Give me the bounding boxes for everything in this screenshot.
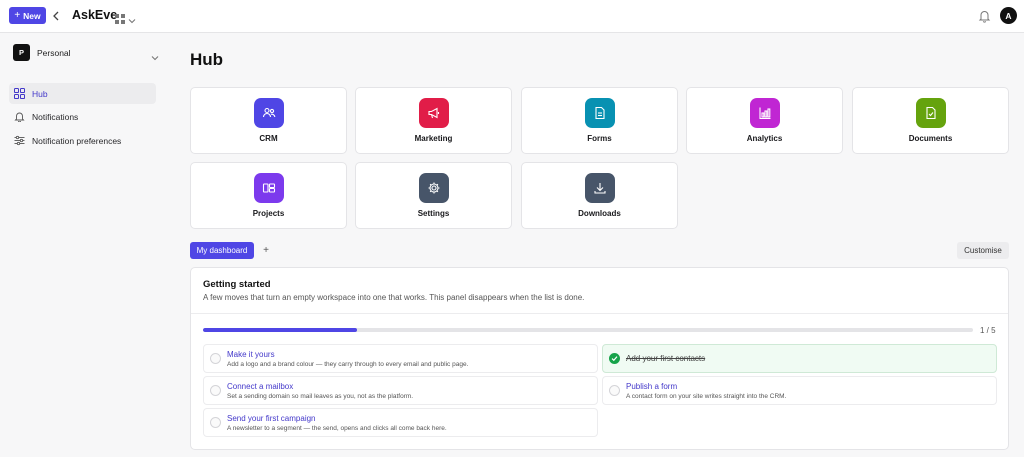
sidebar-item-hub[interactable]: Hub: [9, 83, 156, 104]
circle-icon[interactable]: [210, 385, 221, 396]
sidebar: P Personal Hub Notifications Notificatio…: [0, 33, 165, 457]
task-description: A newsletter to a segment — the send, op…: [227, 425, 447, 432]
circle-icon[interactable]: [210, 353, 221, 364]
tile-label: Settings: [417, 209, 450, 218]
progress-bar: [203, 328, 973, 332]
getting-started-panel: Getting started A few moves that turn an…: [190, 267, 1009, 450]
avatar[interactable]: A: [1000, 7, 1017, 24]
tile-label: Analytics: [746, 134, 783, 143]
divider: [191, 313, 1008, 314]
circle-icon[interactable]: [210, 417, 221, 428]
task-add-contacts[interactable]: Add your first contacts: [602, 344, 997, 373]
sidebar-item-label: Hub: [32, 88, 48, 99]
download-icon: [584, 173, 615, 203]
task-description: Set a sending domain so mail leaves as y…: [227, 393, 414, 400]
megaphone-icon: [418, 98, 449, 128]
chevron-left-icon[interactable]: [50, 8, 62, 24]
workspace-name: Personal: [37, 47, 71, 58]
task-title[interactable]: Send your first campaign: [227, 414, 316, 423]
projects-icon: [253, 173, 284, 203]
tile-forms[interactable]: Forms: [521, 87, 678, 154]
tile-label: Downloads: [578, 209, 621, 218]
bell-icon[interactable]: [978, 9, 991, 23]
task-connect-mailbox[interactable]: Connect a mailbox Set a sending domain s…: [203, 376, 598, 405]
form-icon: [584, 98, 615, 128]
sidebar-item-notifications[interactable]: Notifications: [9, 106, 156, 127]
tile-label: Forms: [587, 134, 612, 143]
gear-icon: [418, 173, 449, 203]
progress-count: 1 / 5: [980, 326, 996, 335]
task-title[interactable]: Make it yours: [227, 350, 275, 359]
grid-icon: [14, 88, 25, 99]
panel-title: Getting started: [203, 279, 271, 290]
workspace-switcher[interactable]: P Personal: [13, 43, 159, 62]
tile-analytics[interactable]: Analytics: [686, 87, 843, 154]
chevron-down-icon[interactable]: [128, 12, 136, 24]
circle-icon[interactable]: [609, 385, 620, 396]
sliders-icon: [14, 135, 25, 146]
check-icon[interactable]: [609, 353, 620, 364]
tile-projects[interactable]: Projects: [190, 162, 347, 229]
apps-grid-icon[interactable]: [115, 11, 125, 24]
task-make-it-yours[interactable]: Make it yours Add a logo and a brand col…: [203, 344, 598, 373]
tile-label: Documents: [908, 134, 953, 143]
progress-fill: [203, 328, 357, 332]
tile-downloads[interactable]: Downloads: [521, 162, 678, 229]
tile-settings[interactable]: Settings: [355, 162, 512, 229]
plus-icon: +: [14, 9, 21, 21]
bar-chart-icon: [749, 98, 780, 128]
task-title[interactable]: Add your first contacts: [626, 354, 705, 363]
sidebar-item-label: Notifications: [32, 111, 79, 122]
task-description: A contact form on your site writes strai…: [626, 393, 787, 400]
tile-documents[interactable]: Documents: [852, 87, 1009, 154]
panel-subtitle: A few moves that turn an empty workspace…: [203, 293, 585, 302]
task-publish-form[interactable]: Publish a form A contact form on your si…: [602, 376, 997, 405]
task-description: Add a logo and a brand colour — they car…: [227, 361, 469, 368]
tile-label: Projects: [252, 209, 285, 218]
task-title[interactable]: Connect a mailbox: [227, 382, 293, 391]
app-title: AskEve: [72, 8, 118, 22]
task-title[interactable]: Publish a form: [626, 382, 677, 391]
document-icon: [915, 98, 946, 128]
new-button[interactable]: + New: [9, 7, 46, 24]
chevron-down-icon: [151, 49, 159, 61]
bell-icon: [14, 111, 25, 122]
page-title: Hub: [190, 50, 224, 69]
customise-button[interactable]: Customise: [957, 242, 1009, 259]
users-icon: [253, 98, 284, 128]
task-send-campaign[interactable]: Send your first campaign A newsletter to…: [203, 408, 598, 437]
tile-marketing[interactable]: Marketing: [355, 87, 512, 154]
add-tab-button[interactable]: +: [261, 244, 271, 256]
customise-button-label: Customise: [964, 246, 1002, 255]
workspace-badge: P: [13, 44, 30, 61]
top-bar: + New AskEve A: [0, 0, 1024, 33]
avatar-initial: A: [1005, 10, 1012, 21]
new-button-label: New: [23, 10, 41, 21]
tile-crm[interactable]: CRM: [190, 87, 347, 154]
tile-label: CRM: [259, 134, 278, 143]
sidebar-item-label: Notification preferences: [32, 135, 122, 146]
tile-label: Marketing: [414, 134, 453, 143]
tab-label: My dashboard: [196, 246, 248, 255]
tab-my-dashboard[interactable]: My dashboard: [190, 242, 254, 259]
sidebar-item-notification-preferences[interactable]: Notification preferences: [9, 130, 156, 151]
